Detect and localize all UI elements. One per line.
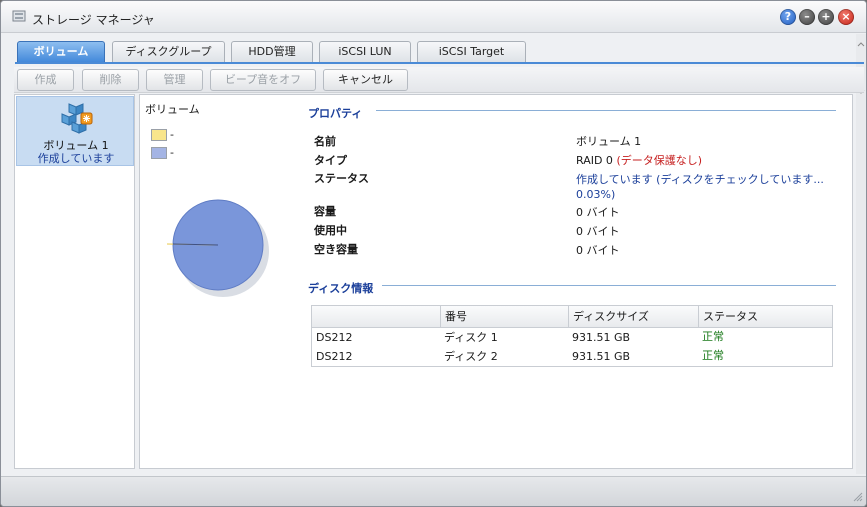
disk-info-section-title: ディスク情報 (308, 282, 374, 295)
legend-label-free: - (170, 146, 174, 159)
type-value: RAID 0 (データ保護なし) (576, 152, 702, 168)
cell-size: 931.51 GB (572, 350, 631, 363)
tab-iscsi-target[interactable]: iSCSI Target (417, 41, 526, 63)
disk-info-divider (382, 285, 836, 286)
capacity-pie-chart (167, 199, 269, 297)
cell-nas: DS212 (316, 350, 353, 363)
scroll-arrow-up-icon[interactable] (856, 40, 866, 50)
table-row[interactable]: DS212 ディスク 2 931.51 GB 正常 (312, 347, 832, 366)
minimize-button[interactable]: – (799, 9, 815, 25)
status-line-1: 作成しています (ディスクをチェックしています... (576, 173, 824, 186)
help-button[interactable]: ? (780, 9, 796, 25)
raid-warning-note: (データ保護なし) (616, 154, 703, 167)
title-bar[interactable]: ストレージ マネージャ ? – + × (1, 1, 866, 33)
free-value: 0 バイト (576, 244, 620, 257)
beep-off-button[interactable]: ビープ音をオフ (210, 69, 316, 91)
status-line-2: 0.03%) (576, 188, 616, 201)
storage-manager-window: ストレージ マネージャ ? – + × ボリューム ディスクグループ HDD管理… (0, 0, 867, 507)
name-value: ボリューム 1 (576, 135, 642, 148)
cell-size: 931.51 GB (572, 331, 631, 344)
chart-title: ボリューム (145, 103, 200, 116)
table-header: 番号 ディスクサイズ ステータス (312, 306, 832, 328)
volume-icon (61, 103, 93, 134)
name-label: 名前 (314, 135, 336, 148)
volume-list-item[interactable]: ボリューム 1 作成しています (16, 96, 134, 166)
close-button[interactable]: × (838, 9, 854, 25)
create-button[interactable]: 作成 (17, 69, 74, 91)
properties-section-title: プロパティ (308, 107, 363, 120)
storage-manager-icon (12, 10, 26, 22)
properties-divider (376, 110, 836, 111)
tab-hdd-management[interactable]: HDD管理 (231, 41, 313, 63)
column-header-nas[interactable] (312, 306, 440, 327)
capacity-value: 0 バイト (576, 206, 620, 219)
manage-button[interactable]: 管理 (146, 69, 203, 91)
type-label: タイプ (314, 154, 347, 167)
cell-number: ディスク 2 (444, 350, 498, 363)
tab-rule (15, 62, 864, 64)
cell-nas: DS212 (316, 331, 353, 344)
maximize-button[interactable]: + (818, 9, 834, 25)
volume-detail-panel: ボリューム - - プロパティ 名前 ボリューム 1 タイプ RAID 0 (デ… (139, 94, 853, 469)
legend-label-used: - (170, 128, 174, 141)
window-scrollbar[interactable] (856, 34, 866, 474)
legend-swatch-free (151, 147, 167, 159)
toolbar: 作成 削除 管理 ビープ音をオフ キャンセル (14, 67, 864, 93)
column-header-status[interactable]: ステータス (698, 306, 832, 327)
tab-iscsi-lun[interactable]: iSCSI LUN (319, 41, 411, 63)
free-label: 空き容量 (314, 243, 358, 256)
cell-status: 正常 (702, 349, 724, 362)
disk-table: 番号 ディスクサイズ ステータス DS212 ディスク 1 931.51 GB … (311, 305, 833, 367)
cancel-button[interactable]: キャンセル (323, 69, 408, 91)
cell-number: ディスク 1 (444, 331, 498, 344)
raid-type: RAID 0 (576, 154, 613, 167)
column-header-disk-size[interactable]: ディスクサイズ (568, 306, 698, 327)
status-value: 作成しています (ディスクをチェックしています... 0.03%) (576, 171, 824, 201)
volume-status: 作成しています (37, 152, 115, 165)
status-label: ステータス (314, 172, 369, 185)
capacity-label: 容量 (314, 205, 336, 218)
resize-grip-icon[interactable] (851, 490, 863, 502)
cell-status: 正常 (702, 330, 724, 343)
tab-disk-group[interactable]: ディスクグループ (112, 41, 225, 63)
used-value: 0 バイト (576, 225, 620, 238)
delete-button[interactable]: 削除 (82, 69, 139, 91)
tab-volume[interactable]: ボリューム (17, 41, 105, 63)
table-row[interactable]: DS212 ディスク 1 931.51 GB 正常 (312, 328, 832, 347)
used-label: 使用中 (314, 224, 347, 237)
window-title: ストレージ マネージャ (32, 13, 155, 27)
volume-list: ボリューム 1 作成しています (14, 94, 135, 469)
column-header-number[interactable]: 番号 (440, 306, 568, 327)
status-bar (1, 476, 866, 506)
legend-swatch-used (151, 129, 167, 141)
